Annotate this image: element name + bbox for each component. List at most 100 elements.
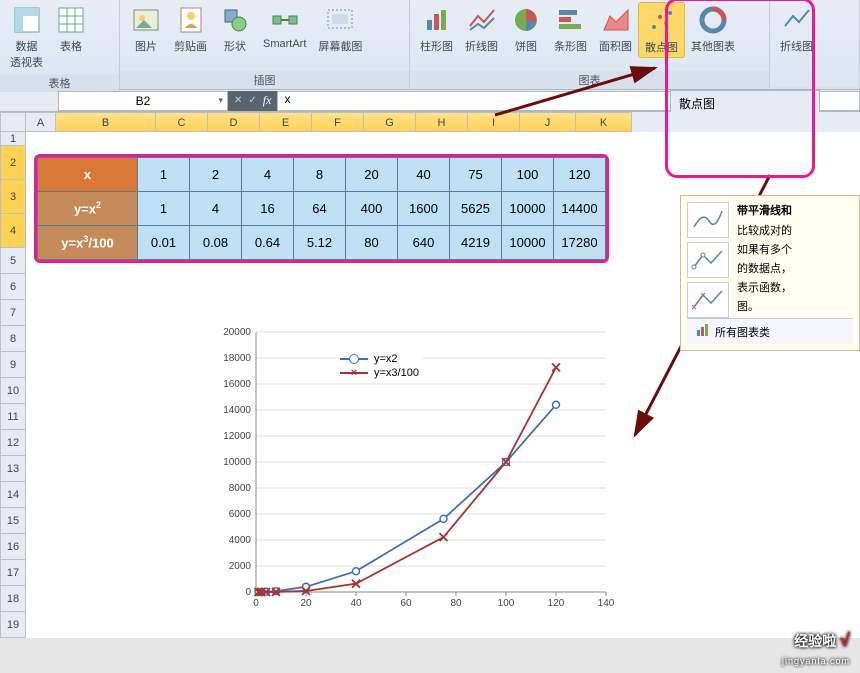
table-button[interactable]: 表格 [49, 2, 93, 56]
row-header-15[interactable]: 15 [0, 508, 26, 534]
btn-label: 表格 [60, 38, 82, 54]
table-cell: 8 [294, 158, 346, 192]
line-chart-icon [466, 4, 498, 36]
shapes-button[interactable]: 形状 [213, 2, 257, 56]
accept-icon[interactable]: ✓ [248, 95, 256, 106]
table-cell: 1 [138, 158, 190, 192]
col-header-C[interactable]: C [156, 112, 208, 132]
fx-icon[interactable]: fx [263, 93, 272, 108]
scatter-opt-smooth[interactable] [687, 202, 729, 238]
legend-label: y=x3/100 [374, 367, 419, 379]
row-header-2[interactable]: 2 [0, 146, 26, 180]
btn-label: 剪贴画 [174, 38, 207, 54]
row-header-4[interactable]: 4 [0, 214, 26, 248]
btn-label: 图片 [135, 38, 157, 54]
row-header-14[interactable]: 14 [0, 482, 26, 508]
col-header-G[interactable]: G [364, 112, 416, 132]
col-header-J[interactable]: J [520, 112, 576, 132]
table-cell: 0.08 [190, 226, 242, 260]
table-cell: 20 [346, 158, 398, 192]
select-all-corner[interactable] [0, 112, 26, 132]
table-cell: 4 [190, 192, 242, 226]
row-header-11[interactable]: 11 [0, 404, 26, 430]
line-chart-button[interactable]: 折线图 [459, 2, 504, 56]
cancel-icon[interactable]: ✕ [234, 95, 242, 106]
row-header-17[interactable]: 17 [0, 560, 26, 586]
data-table-selection: x1248204075100120y=x21416644001600562510… [34, 154, 609, 263]
table-cell: 16 [242, 192, 294, 226]
svg-text:16000: 16000 [223, 379, 251, 390]
group-label: 插图 [120, 71, 409, 89]
area-chart-button[interactable]: 面积图 [593, 2, 638, 56]
tooltip-line: 的数据点， [737, 260, 853, 276]
row-header-9[interactable]: 9 [0, 352, 26, 378]
pie-chart-icon [510, 4, 542, 36]
row-header-18[interactable]: 18 [0, 586, 26, 612]
table-row-header: y=x3/100 [38, 226, 138, 260]
row-header-3[interactable]: 3 [0, 180, 26, 214]
ribbon: 数据 透视表 表格 表格 图片 剪贴画 形状 SmartArt 屏幕截图 插图 … [0, 0, 860, 90]
table-cell: 5625 [450, 192, 502, 226]
tooltip-title: 带平滑线和 [737, 202, 853, 218]
btn-label: 折线图 [465, 38, 498, 54]
col-header-H[interactable]: H [416, 112, 468, 132]
row-header-1[interactable]: 1 [0, 132, 26, 146]
svg-text:20: 20 [300, 598, 312, 609]
row-header-7[interactable]: 7 [0, 300, 26, 326]
name-box[interactable]: B2 [58, 91, 228, 111]
sparkline-button[interactable]: 折线图 [774, 2, 819, 56]
screenshot-icon [324, 4, 356, 36]
row-header-19[interactable]: 19 [0, 612, 26, 638]
watermark: 经验啦 √ jingyanla.com [782, 630, 850, 667]
col-header-F[interactable]: F [312, 112, 364, 132]
col-header-D[interactable]: D [208, 112, 260, 132]
clipart-icon [175, 4, 207, 36]
col-header-I[interactable]: I [468, 112, 520, 132]
embedded-chart[interactable]: 0200040006000800010000120001400016000180… [206, 322, 616, 622]
scatter-chart-button[interactable]: 散点图 [638, 2, 685, 58]
svg-text:18000: 18000 [223, 353, 251, 364]
pivot-table-button[interactable]: 数据 透视表 [4, 2, 49, 72]
row-header-8[interactable]: 8 [0, 326, 26, 352]
scatter-opt-straight-markers-2[interactable] [687, 282, 729, 318]
pie-chart-button[interactable]: 饼图 [504, 2, 548, 56]
table-cell: 75 [450, 158, 502, 192]
table-cell: 40 [398, 158, 450, 192]
col-header-K[interactable]: K [576, 112, 632, 132]
fx-buttons: ✕ ✓ fx [228, 91, 277, 111]
table-cell: 100 [502, 158, 554, 192]
clipart-button[interactable]: 剪贴画 [168, 2, 213, 56]
scatter-chart-icon [646, 5, 678, 37]
all-chart-types-button[interactable]: 所有图表类 [687, 318, 853, 344]
row-header-6[interactable]: 6 [0, 274, 26, 300]
legend-label: y=x2 [374, 353, 398, 365]
pivot-table-icon [11, 4, 43, 36]
bar-chart-button[interactable]: 条形图 [548, 2, 593, 56]
col-header-A[interactable]: A [26, 112, 56, 132]
row-header-12[interactable]: 12 [0, 430, 26, 456]
tooltip-line: 如果有多个 [737, 241, 853, 257]
table-cell: 0.01 [138, 226, 190, 260]
picture-button[interactable]: 图片 [124, 2, 168, 56]
svg-text:140: 140 [598, 598, 615, 609]
row-header-16[interactable]: 16 [0, 534, 26, 560]
svg-text:6000: 6000 [229, 509, 252, 520]
scatter-opt-straight-markers[interactable] [687, 242, 729, 278]
other-charts-button[interactable]: 其他图表 [685, 2, 741, 56]
row-header-5[interactable]: 5 [0, 248, 26, 274]
tooltip-line: 图。 [737, 298, 853, 314]
legend-marker-red: × [340, 372, 368, 374]
col-header-B[interactable]: B [56, 112, 156, 132]
svg-text:2000: 2000 [229, 561, 252, 572]
col-header-E[interactable]: E [260, 112, 312, 132]
row-header-13[interactable]: 13 [0, 456, 26, 482]
column-chart-button[interactable]: 柱形图 [414, 2, 459, 56]
btn-label: 形状 [224, 38, 246, 54]
btn-label: 其他图表 [691, 38, 735, 54]
all-charts-label: 所有图表类 [715, 324, 770, 340]
smartart-button[interactable]: SmartArt [257, 2, 312, 52]
row-header-10[interactable]: 10 [0, 378, 26, 404]
btn-label: 散点图 [645, 39, 678, 55]
ribbon-group-illustrations: 图片 剪贴画 形状 SmartArt 屏幕截图 插图 [120, 0, 410, 89]
screenshot-button[interactable]: 屏幕截图 [312, 2, 368, 56]
